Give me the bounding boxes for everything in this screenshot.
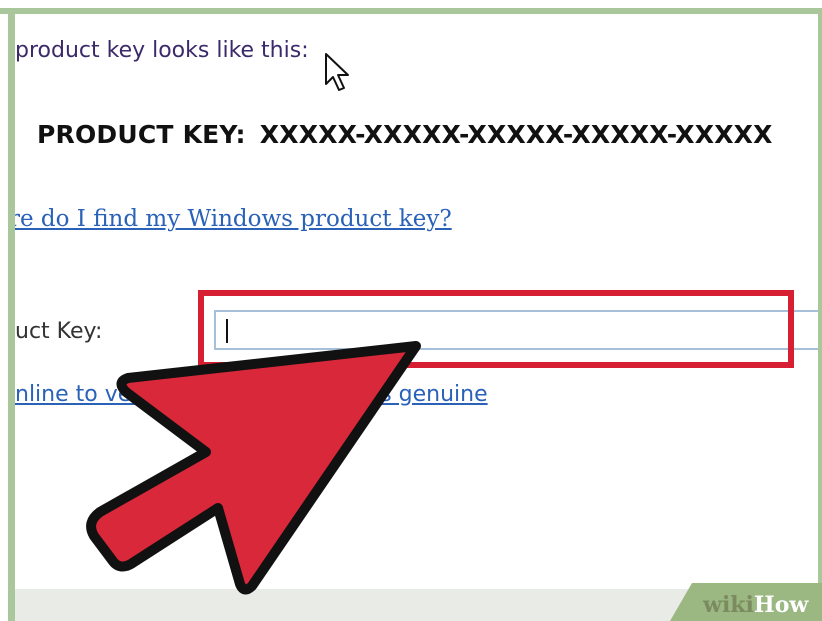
watermark-how: How	[753, 592, 809, 618]
find-product-key-link[interactable]: re do I find my Windows product key?	[15, 206, 452, 232]
product-key-example: PRODUCT KEY: XXXXX-XXXXX-XXXXX-XXXXX-XXXX…	[37, 120, 773, 149]
watermark: wikiHow	[703, 592, 808, 618]
product-key-field-label: uct Key:	[15, 319, 103, 344]
activation-panel: product key looks like this: PRODUCT KEY…	[15, 14, 818, 589]
frame-border-left	[8, 8, 15, 621]
screenshot-frame: product key looks like this: PRODUCT KEY…	[0, 0, 822, 621]
verify-online-link[interactable]: nline to verify that this software is ge…	[15, 382, 488, 407]
product-key-value: XXXXX-XXXXX-XXXXX-XXXXX-XXXXX	[259, 120, 773, 149]
frame-border-right	[818, 8, 822, 621]
mouse-cursor-icon	[325, 53, 349, 91]
product-key-label: PRODUCT KEY:	[37, 120, 246, 149]
highlight-box	[198, 290, 794, 368]
intro-text: product key looks like this:	[15, 38, 309, 63]
watermark-wiki: wiki	[703, 592, 754, 618]
